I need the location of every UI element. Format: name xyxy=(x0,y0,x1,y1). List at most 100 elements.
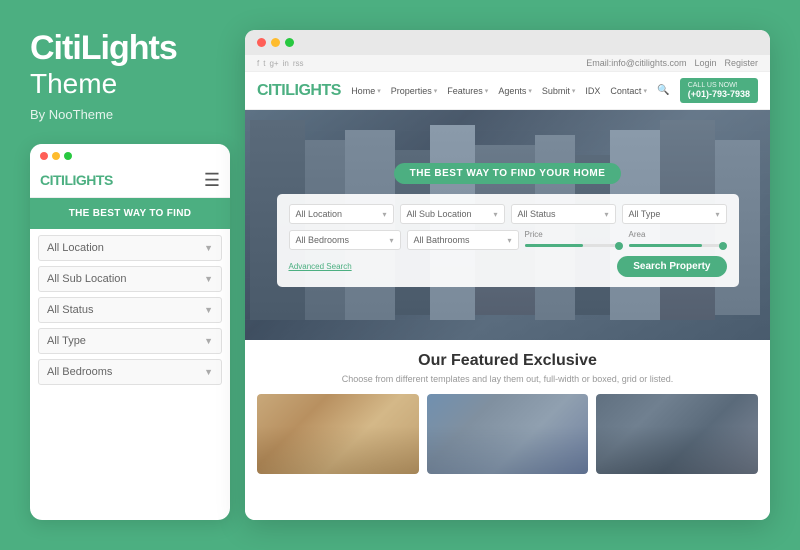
mobile-logo-citi: CITI xyxy=(40,172,64,188)
utility-login[interactable]: Login xyxy=(694,58,716,68)
nav-contact-label: Contact xyxy=(610,86,641,96)
nav-home-label: Home xyxy=(351,86,375,96)
filter-status[interactable]: All Status ▾ xyxy=(511,204,616,224)
filter-bedrooms[interactable]: All Bedrooms ▾ xyxy=(289,230,401,250)
filter-bathrooms-caret: ▾ xyxy=(507,236,511,245)
nav-idx-label: IDX xyxy=(585,86,600,96)
site-nav-links: Home ▾ Properties ▾ Features ▾ Agents ▾ … xyxy=(351,85,669,96)
site-hero: THE BEST WAY TO FIND YOUR HOME All Locat… xyxy=(245,110,770,340)
advanced-search-link[interactable]: Advanced Search xyxy=(289,262,352,271)
site-logo-lights: LIGHTS xyxy=(285,82,341,99)
price-section: Price xyxy=(525,230,623,250)
mobile-search-form: All Location ▼ All Sub Location ▼ All St… xyxy=(30,229,230,396)
area-slider-thumb[interactable] xyxy=(719,242,727,250)
left-panel: CitiLights Theme By NooTheme CITILIGHTS … xyxy=(30,30,245,520)
search-property-button[interactable]: Search Property xyxy=(617,256,726,277)
filter-type-caret: ▾ xyxy=(715,210,719,219)
featured-card-2[interactable] xyxy=(427,394,589,474)
mobile-filter-bedrooms-arrow: ▼ xyxy=(204,367,213,377)
mobile-dot-yellow xyxy=(52,152,60,160)
nav-properties-label: Properties xyxy=(391,86,432,96)
mobile-hero: THE BEST WAY TO FIND xyxy=(30,198,230,229)
utility-register[interactable]: Register xyxy=(724,58,758,68)
mobile-filter-type-arrow: ▼ xyxy=(204,336,213,346)
filter-sublocation[interactable]: All Sub Location ▾ xyxy=(400,204,505,224)
site-logo-citi: CITI xyxy=(257,82,285,99)
filter-status-caret: ▾ xyxy=(604,210,608,219)
featured-card-1[interactable] xyxy=(257,394,419,474)
area-slider-fill xyxy=(629,244,703,247)
featured-card-3[interactable] xyxy=(596,394,758,474)
filter-bedrooms-label: All Bedrooms xyxy=(296,235,350,245)
nav-agents-caret: ▾ xyxy=(528,87,532,95)
desktop-site: f t g+ in rss Email:info@citilights.com … xyxy=(245,55,770,520)
mobile-window-dots xyxy=(40,152,72,160)
filter-sublocation-label: All Sub Location xyxy=(407,209,472,219)
nav-agents-label: Agents xyxy=(498,86,526,96)
featured-subtitle: Choose from different templates and lay … xyxy=(257,374,758,384)
phone-box: CALL US NOW! (+01)-793-7938 xyxy=(680,78,758,103)
facebook-icon[interactable]: f xyxy=(257,59,259,68)
mobile-filter-sublocation[interactable]: All Sub Location ▼ xyxy=(38,266,222,292)
search-row-2: All Bedrooms ▾ All Bathrooms ▾ Price xyxy=(289,230,727,250)
brand-subtitle: Theme xyxy=(30,67,230,101)
mobile-titlebar xyxy=(30,144,230,165)
filter-location[interactable]: All Location ▾ xyxy=(289,204,394,224)
brand-name: CitiLights xyxy=(30,30,230,67)
mobile-filter-status-arrow: ▼ xyxy=(204,305,213,315)
filter-type[interactable]: All Type ▾ xyxy=(622,204,727,224)
price-label: Price xyxy=(525,230,623,239)
price-slider[interactable] xyxy=(525,244,623,247)
site-utility-bar: f t g+ in rss Email:info@citilights.com … xyxy=(245,55,770,72)
site-featured: Our Featured Exclusive Choose from diffe… xyxy=(245,340,770,520)
search-row-1: All Location ▾ All Sub Location ▾ All St… xyxy=(289,204,727,224)
filter-status-label: All Status xyxy=(518,209,556,219)
mobile-filter-sublocation-label: All Sub Location xyxy=(47,273,127,285)
mobile-filter-bedrooms[interactable]: All Bedrooms ▼ xyxy=(38,359,222,385)
area-slider[interactable] xyxy=(629,244,727,247)
utility-social: f t g+ in rss xyxy=(257,59,304,68)
mobile-hamburger-icon[interactable]: ☰ xyxy=(204,170,220,191)
mobile-hero-text: THE BEST WAY TO FIND xyxy=(40,208,220,219)
mobile-filter-type[interactable]: All Type ▼ xyxy=(38,328,222,354)
featured-grid xyxy=(257,394,758,474)
nav-agents[interactable]: Agents ▾ xyxy=(498,86,532,96)
filter-bathrooms[interactable]: All Bathrooms ▾ xyxy=(407,230,519,250)
nav-properties[interactable]: Properties ▾ xyxy=(391,86,438,96)
hero-badge: THE BEST WAY TO FIND YOUR HOME xyxy=(394,163,622,184)
filter-sublocation-caret: ▾ xyxy=(493,210,497,219)
filter-type-label: All Type xyxy=(629,209,661,219)
mobile-filter-sublocation-arrow: ▼ xyxy=(204,274,213,284)
mobile-dot-green xyxy=(64,152,72,160)
nav-contact-caret: ▾ xyxy=(643,87,647,95)
nav-idx[interactable]: IDX xyxy=(585,86,600,96)
brand-title-block: CitiLights Theme By NooTheme xyxy=(30,30,230,122)
nav-contact[interactable]: Contact ▾ xyxy=(610,86,647,96)
linkedin-icon[interactable]: in xyxy=(283,59,289,68)
nav-features-caret: ▾ xyxy=(485,87,489,95)
nav-features-label: Features xyxy=(447,86,483,96)
twitter-icon[interactable]: t xyxy=(263,59,265,68)
mobile-filter-status[interactable]: All Status ▼ xyxy=(38,297,222,323)
brand-by: By NooTheme xyxy=(30,107,230,122)
phone-label: CALL US NOW! xyxy=(688,82,750,89)
filter-location-caret: ▾ xyxy=(382,210,386,219)
site-nav-right: CALL US NOW! (+01)-793-7938 xyxy=(680,78,758,103)
desktop-mockup: f t g+ in rss Email:info@citilights.com … xyxy=(245,30,770,520)
hero-search-box: All Location ▾ All Sub Location ▾ All St… xyxy=(277,194,739,287)
utility-email: Email:info@citilights.com xyxy=(586,58,686,68)
area-section: Area xyxy=(629,230,727,250)
mobile-logo: CITILIGHTS xyxy=(40,172,113,188)
search-icon[interactable]: 🔍 xyxy=(657,85,669,96)
googleplus-icon[interactable]: g+ xyxy=(269,59,278,68)
mobile-filter-location-arrow: ▼ xyxy=(204,243,213,253)
dt-dot-red xyxy=(257,38,266,47)
rss-icon[interactable]: rss xyxy=(293,59,304,68)
nav-submit[interactable]: Submit ▾ xyxy=(542,86,576,96)
price-slider-thumb[interactable] xyxy=(615,242,623,250)
nav-home[interactable]: Home ▾ xyxy=(351,86,381,96)
desktop-titlebar xyxy=(245,30,770,55)
nav-features[interactable]: Features ▾ xyxy=(447,86,488,96)
site-nav: CITILIGHTS Home ▾ Properties ▾ Features … xyxy=(245,72,770,110)
mobile-filter-location[interactable]: All Location ▼ xyxy=(38,235,222,261)
